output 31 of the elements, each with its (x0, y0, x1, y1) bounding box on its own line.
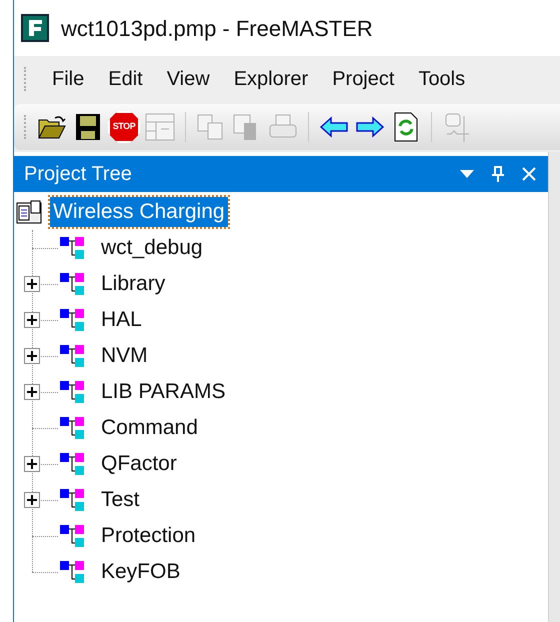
close-icon[interactable] (522, 167, 536, 181)
tree-item[interactable]: Wireless Charging (50, 197, 228, 227)
expand-button[interactable] (24, 312, 40, 328)
panel-title: Project Tree (24, 162, 133, 187)
tree-item[interactable]: Library (98, 269, 168, 299)
tree-item[interactable]: Protection (98, 521, 199, 551)
tree-item[interactable]: Test (98, 485, 143, 515)
expand-button[interactable] (24, 492, 40, 508)
tree-item[interactable]: LIB PARAMS (98, 377, 228, 407)
tree-item[interactable]: QFactor (98, 449, 180, 479)
expand-button[interactable] (24, 384, 40, 400)
stop-button[interactable]: STOP (108, 111, 140, 143)
window-title: wct1013pd.pmp - FreeMASTER (61, 14, 373, 43)
menu-item[interactable]: Project (320, 58, 406, 100)
tree-item[interactable]: KeyFOB (98, 557, 184, 587)
menu-item[interactable]: View (154, 58, 222, 100)
expand-button[interactable] (24, 276, 40, 292)
tree-item[interactable]: Command (98, 413, 201, 443)
menu-item[interactable]: Edit (96, 58, 155, 100)
pin-icon[interactable] (492, 166, 504, 182)
menu-item[interactable]: Tools (406, 58, 478, 100)
project-icon (16, 200, 42, 224)
menu-item[interactable]: Explorer (222, 58, 320, 100)
expand-button[interactable] (24, 456, 40, 472)
expand-button[interactable] (24, 348, 40, 364)
app-logo-icon (21, 14, 49, 42)
dropdown-icon[interactable] (460, 170, 474, 178)
tree-item[interactable]: NVM (98, 341, 151, 371)
menu-item[interactable]: File (40, 58, 96, 100)
tree-item[interactable]: wct_debug (98, 233, 206, 263)
tree-item[interactable]: HAL (98, 305, 145, 335)
